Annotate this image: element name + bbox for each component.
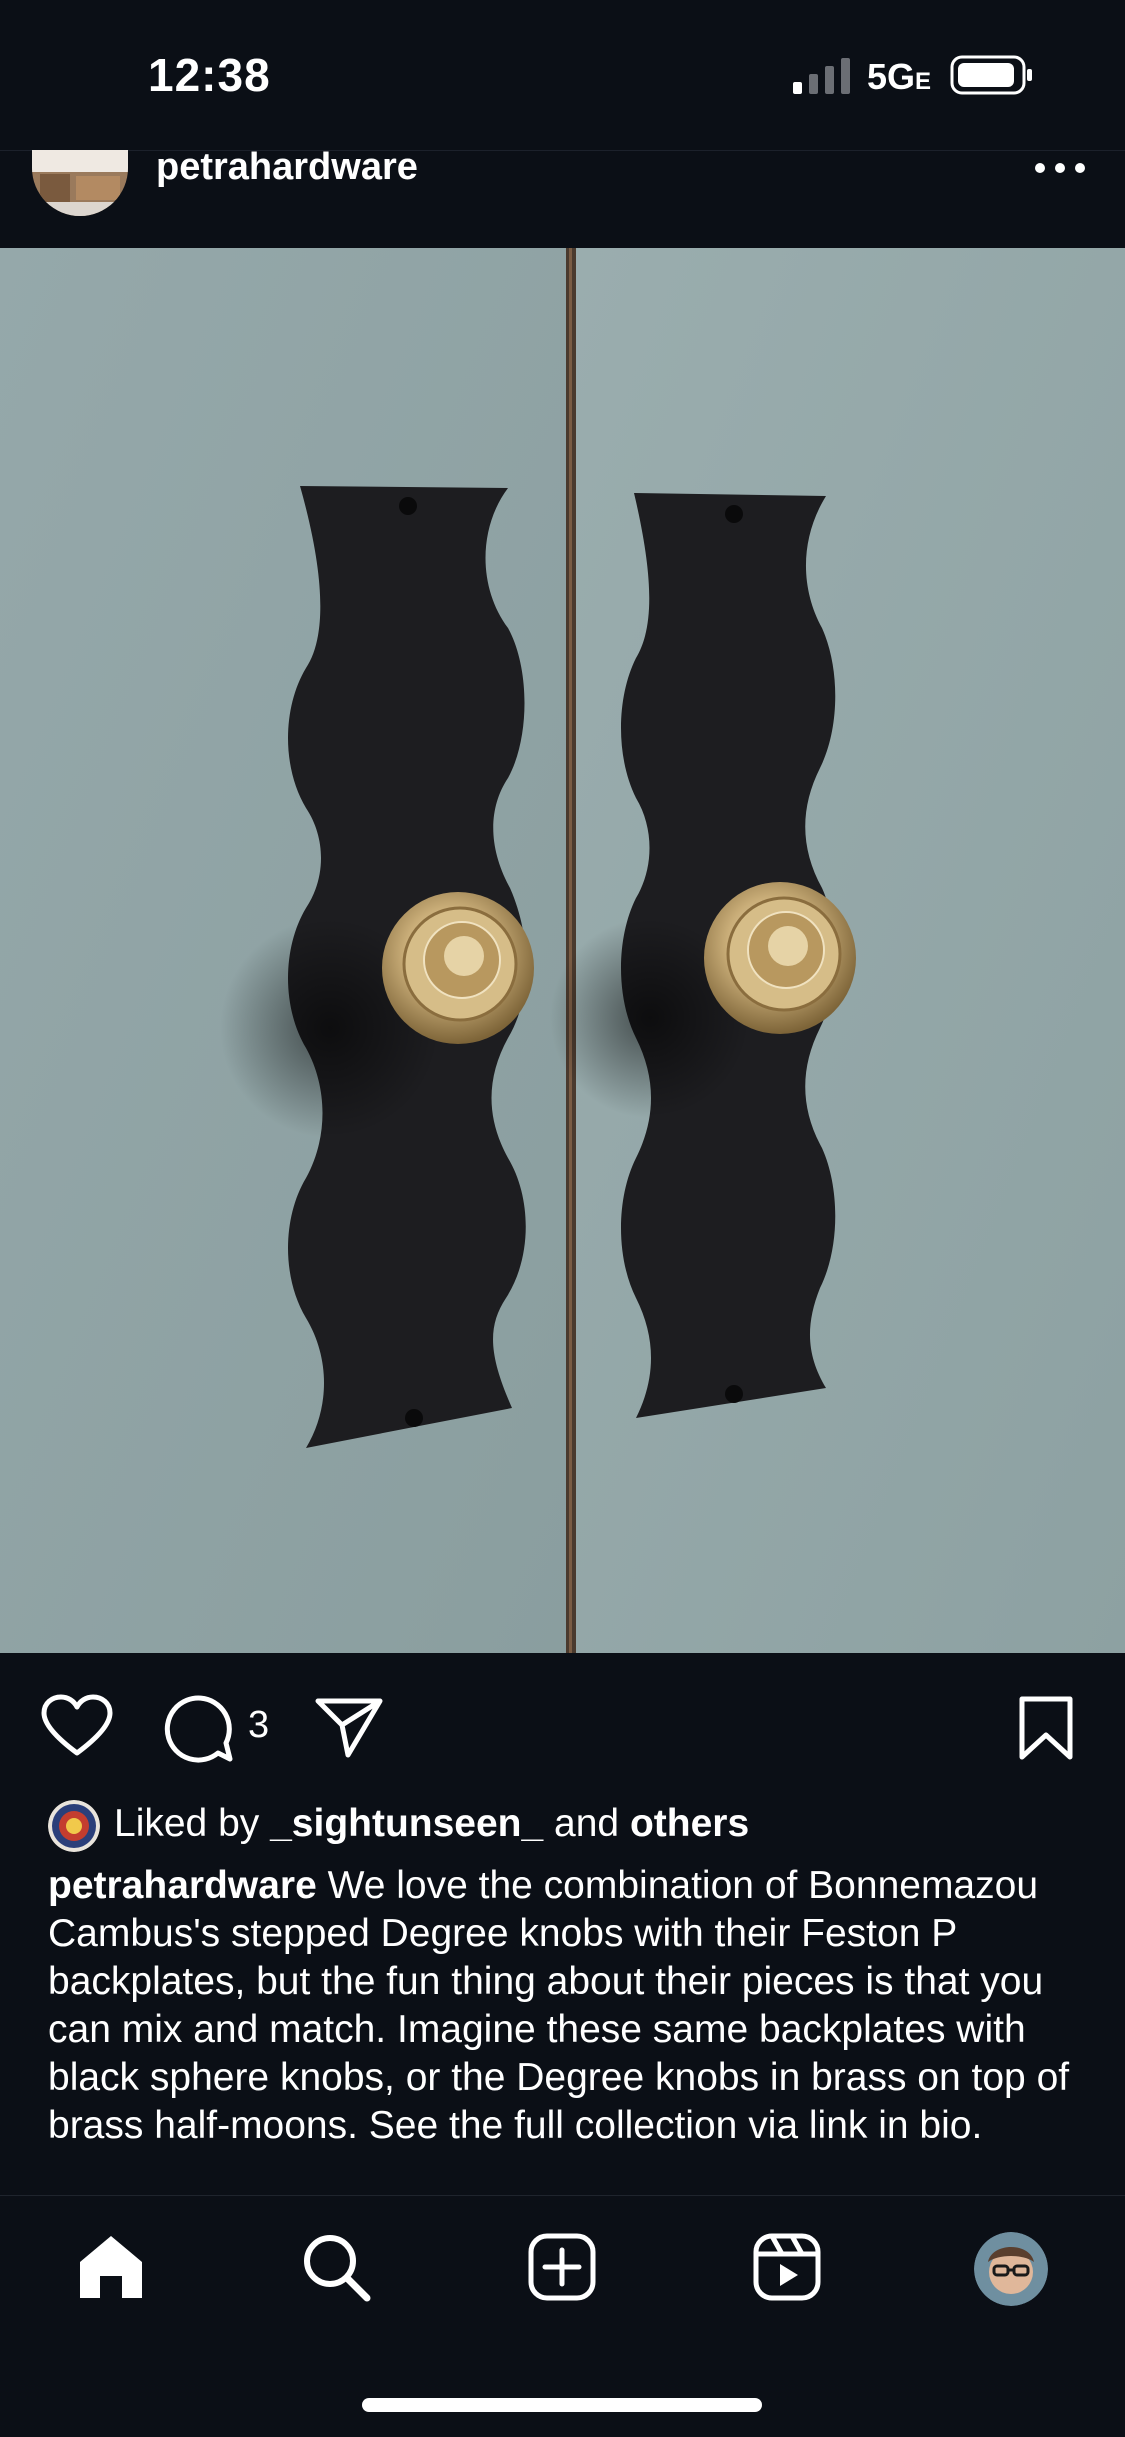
status-time: 12:38 [148,49,271,101]
network-label: 5GE [867,56,931,98]
post-image[interactable] [0,248,1125,1653]
heart-icon[interactable] [40,1693,114,1759]
post-photo [0,248,1125,1653]
post-username[interactable]: petrahardware [156,146,418,189]
reels-icon[interactable] [750,2230,824,2304]
profile-avatar-image [974,2232,1048,2306]
create-icon[interactable] [525,2230,599,2304]
likes-prefix: Liked by [114,1802,260,1845]
network-type: 5G [867,56,916,97]
likes-others[interactable]: others [630,1802,749,1845]
comment-icon[interactable] [162,1693,236,1763]
post-caption: petrahardware We love the combination of… [48,1862,1088,2150]
liker-avatar[interactable] [48,1800,100,1852]
bookmark-icon[interactable] [1014,1693,1078,1763]
send-icon[interactable] [312,1693,386,1759]
likes-line: Liked by _sightunseen_ and others [114,1802,749,1846]
home-icon[interactable] [74,2230,148,2304]
home-indicator [362,2398,762,2412]
signal-icon [793,58,850,94]
caption-author[interactable]: petrahardware [48,1864,317,1907]
comment-count: 3 [248,1704,270,1746]
more-icon[interactable] [1030,156,1090,180]
battery-icon [950,55,1032,95]
network-suffix: E [915,68,932,95]
likes-connector: and [554,1802,620,1845]
profile-avatar[interactable] [974,2232,1048,2306]
liker-username[interactable]: _sightunseen_ [270,1802,543,1845]
liker-avatar-image [48,1800,100,1852]
search-icon[interactable] [299,2230,373,2304]
